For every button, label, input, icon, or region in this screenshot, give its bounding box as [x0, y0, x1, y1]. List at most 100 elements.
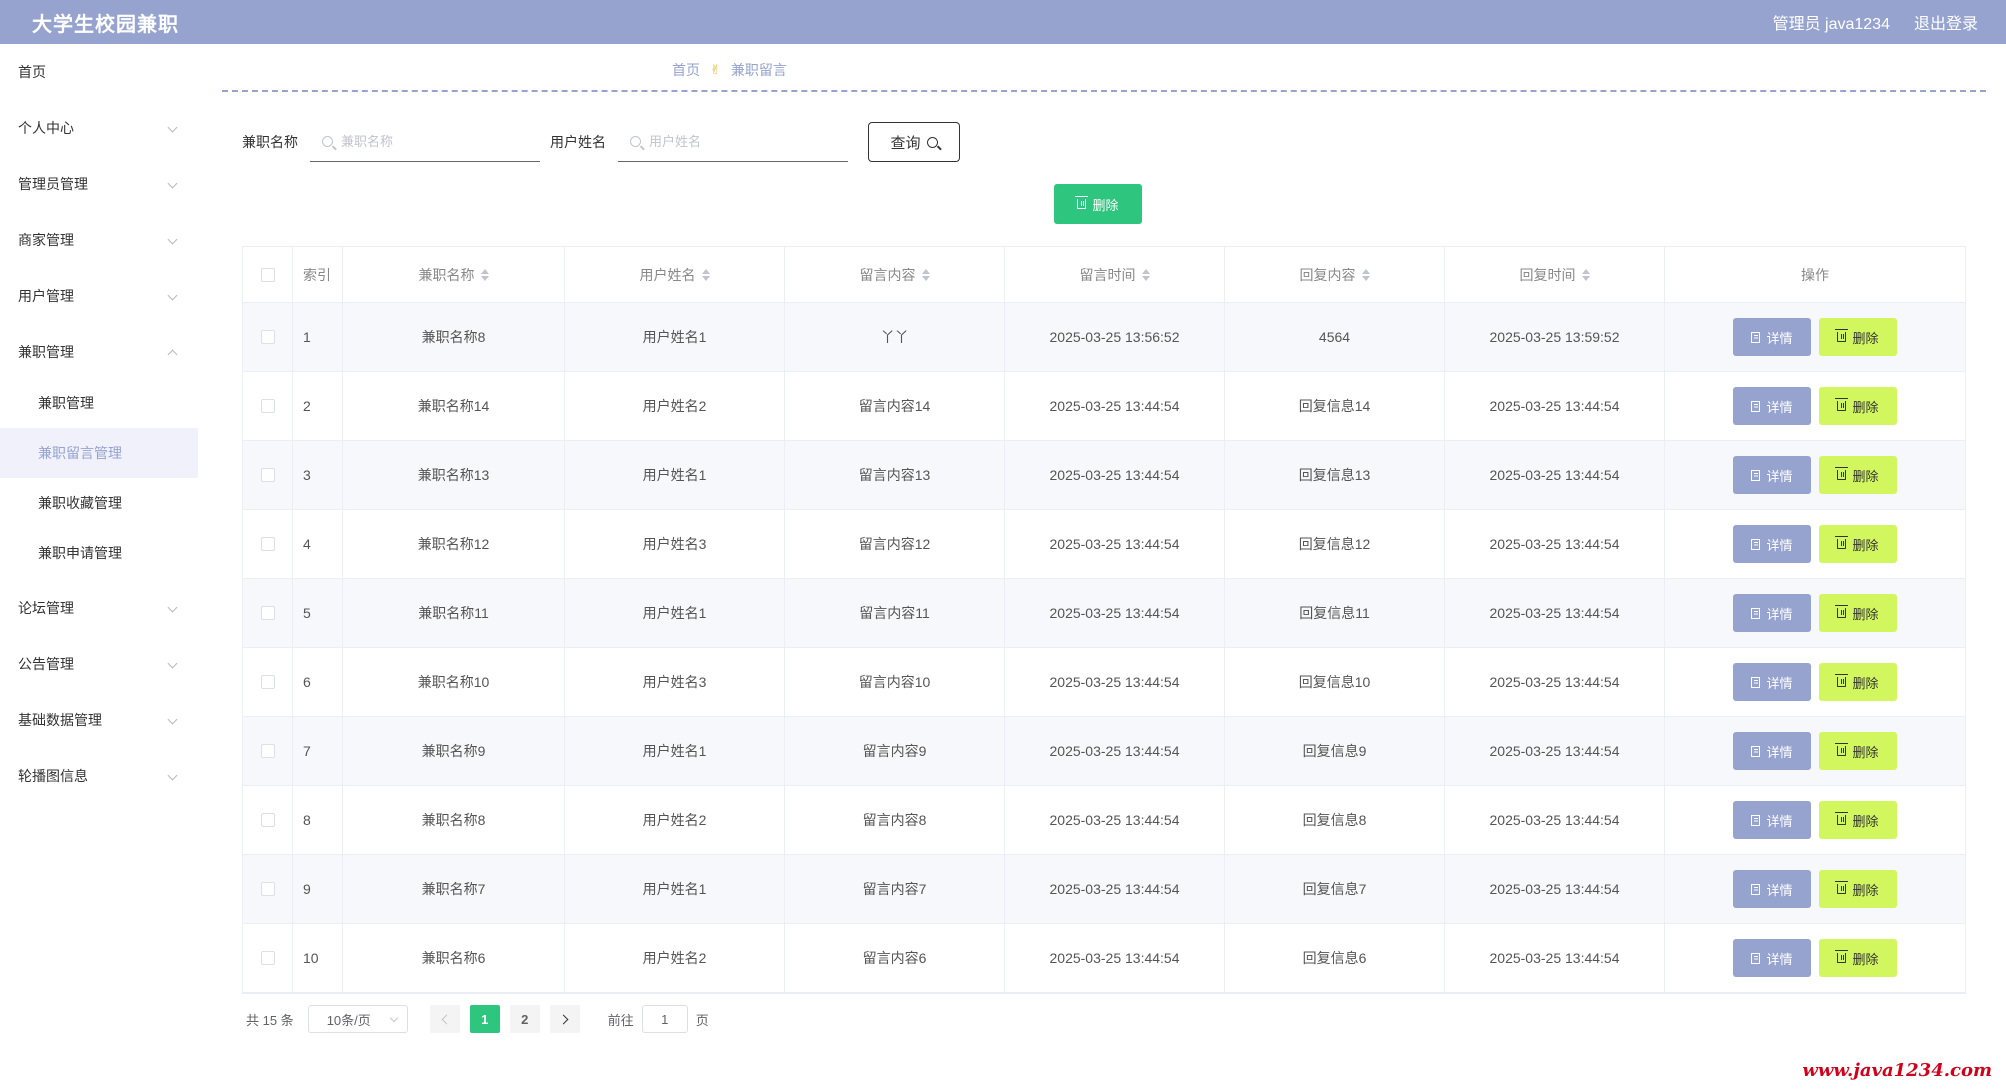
- delete-label: 删除: [1852, 468, 1879, 484]
- delete-button[interactable]: 删除: [1819, 663, 1897, 701]
- row-select-cell: [243, 648, 293, 716]
- cell-message-time: 2025-03-25 13:44:54: [1005, 372, 1225, 440]
- cell-reply: 回复信息10: [1225, 648, 1445, 716]
- delete-button[interactable]: 删除: [1819, 525, 1897, 563]
- delete-button[interactable]: 删除: [1819, 870, 1897, 908]
- detail-button[interactable]: 详情: [1733, 870, 1811, 908]
- header-message[interactable]: 留言内容: [785, 247, 1005, 302]
- cell-reply-time: 2025-03-25 13:44:54: [1445, 924, 1665, 992]
- user-name-input[interactable]: [649, 134, 839, 149]
- submenu-item-job-favorites[interactable]: 兼职收藏管理: [0, 478, 198, 528]
- select-all-checkbox[interactable]: [260, 267, 275, 282]
- cell-user-name: 用户姓名1: [565, 855, 785, 923]
- document-icon: [1751, 607, 1761, 619]
- row-checkbox[interactable]: [260, 606, 275, 620]
- delete-button[interactable]: 删除: [1819, 732, 1897, 770]
- app-title: 大学生校园兼职: [32, 13, 179, 36]
- delete-button[interactable]: 删除: [1819, 387, 1897, 425]
- breadcrumb-home[interactable]: 首页: [672, 60, 700, 80]
- header-message-time[interactable]: 留言时间: [1005, 247, 1225, 302]
- cell-reply: 回复信息11: [1225, 579, 1445, 647]
- document-icon: [1751, 814, 1761, 826]
- job-name-input[interactable]: [341, 134, 531, 149]
- sort-icon[interactable]: [1141, 268, 1150, 281]
- sidebar-item-merchants[interactable]: 商家管理: [0, 212, 198, 268]
- page-button-2[interactable]: 2: [509, 1005, 540, 1033]
- table-row: 1 兼职名称8 用户姓名1 丫丫 2025-03-25 13:56:52 4564 2025…: [243, 303, 1965, 372]
- detail-label: 详情: [1766, 468, 1793, 484]
- delete-button[interactable]: 删除: [1819, 456, 1897, 494]
- detail-button[interactable]: 详情: [1733, 594, 1811, 632]
- row-checkbox[interactable]: [260, 744, 275, 758]
- prev-page-button[interactable]: [429, 1005, 460, 1033]
- detail-button[interactable]: 详情: [1733, 387, 1811, 425]
- row-select-cell: [243, 924, 293, 992]
- next-page-button[interactable]: [549, 1005, 580, 1033]
- row-checkbox[interactable]: [260, 882, 275, 896]
- sidebar-item-notices[interactable]: 公告管理: [0, 636, 198, 692]
- cell-message-time: 2025-03-25 13:44:54: [1005, 924, 1225, 992]
- query-button[interactable]: 查询: [868, 122, 960, 162]
- trash-icon: [1835, 329, 1849, 342]
- submenu-item-job-messages[interactable]: 兼职留言管理: [0, 428, 198, 478]
- detail-button[interactable]: 详情: [1733, 663, 1811, 701]
- delete-label: 删除: [1852, 675, 1879, 691]
- row-checkbox[interactable]: [260, 399, 275, 413]
- row-checkbox[interactable]: [260, 330, 275, 344]
- sort-icon[interactable]: [701, 268, 710, 281]
- chevron-up-icon: [167, 349, 178, 360]
- row-checkbox[interactable]: [260, 813, 275, 827]
- sort-icon[interactable]: [921, 268, 930, 281]
- pagination: 共 15 条 10条/页 1 2 前往 页: [246, 1004, 709, 1034]
- cell-operations: 详情 删除: [1665, 924, 1965, 992]
- detail-button[interactable]: 详情: [1733, 801, 1811, 839]
- sort-icon[interactable]: [1581, 268, 1590, 281]
- bulk-delete-button[interactable]: 删除: [1054, 184, 1142, 224]
- row-checkbox[interactable]: [260, 468, 275, 482]
- sidebar-item-carousel[interactable]: 轮播图信息: [0, 748, 198, 804]
- goto-page-input[interactable]: [641, 1005, 688, 1033]
- cell-operations: 详情 删除: [1665, 510, 1965, 578]
- header-index: 索引: [293, 247, 343, 302]
- detail-button[interactable]: 详情: [1733, 939, 1811, 977]
- delete-button[interactable]: 删除: [1819, 594, 1897, 632]
- sidebar-item-profile[interactable]: 个人中心: [0, 100, 198, 156]
- row-checkbox[interactable]: [260, 537, 275, 551]
- header-user-name[interactable]: 用户姓名: [565, 247, 785, 302]
- submenu-item-job-applications[interactable]: 兼职申请管理: [0, 528, 198, 578]
- detail-button[interactable]: 详情: [1733, 525, 1811, 563]
- document-icon: [1751, 883, 1761, 895]
- cell-job-name: 兼职名称9: [343, 717, 565, 785]
- table-row: 7 兼职名称9 用户姓名1 留言内容9 2025-03-25 13:44:54 回复信息9…: [243, 717, 1965, 786]
- sidebar-item-home[interactable]: 首页: [0, 44, 198, 100]
- row-checkbox[interactable]: [260, 951, 275, 965]
- cell-operations: 详情 删除: [1665, 441, 1965, 509]
- delete-button[interactable]: 删除: [1819, 939, 1897, 977]
- logout-link[interactable]: 退出登录: [1914, 10, 1978, 34]
- sidebar-item-base-data[interactable]: 基础数据管理: [0, 692, 198, 748]
- delete-button[interactable]: 删除: [1819, 318, 1897, 356]
- sort-icon[interactable]: [480, 268, 489, 281]
- sidebar-item-label: 轮播图信息: [18, 768, 88, 784]
- header-reply[interactable]: 回复内容: [1225, 247, 1445, 302]
- sort-icon[interactable]: [1361, 268, 1370, 281]
- sidebar-item-jobs[interactable]: 兼职管理: [0, 324, 198, 380]
- detail-button[interactable]: 详情: [1733, 732, 1811, 770]
- delete-button[interactable]: 删除: [1819, 801, 1897, 839]
- cell-message-time: 2025-03-25 13:56:52: [1005, 303, 1225, 371]
- chevron-down-icon: [167, 770, 178, 781]
- table-row: 9 兼职名称7 用户姓名1 留言内容7 2025-03-25 13:44:54 回复信息7…: [243, 855, 1965, 924]
- sidebar-item-forum[interactable]: 论坛管理: [0, 580, 198, 636]
- page-button-1[interactable]: 1: [469, 1005, 500, 1033]
- submenu-item-jobs[interactable]: 兼职管理: [0, 378, 198, 428]
- header-reply-time[interactable]: 回复时间: [1445, 247, 1665, 302]
- cell-reply-time: 2025-03-25 13:44:54: [1445, 579, 1665, 647]
- row-checkbox[interactable]: [260, 675, 275, 689]
- sidebar-item-admins[interactable]: 管理员管理: [0, 156, 198, 212]
- detail-button[interactable]: 详情: [1733, 456, 1811, 494]
- page-size-select[interactable]: 10条/页: [307, 1005, 408, 1033]
- sidebar-item-users[interactable]: 用户管理: [0, 268, 198, 324]
- header-job-name[interactable]: 兼职名称: [343, 247, 565, 302]
- detail-button[interactable]: 详情: [1733, 318, 1811, 356]
- header-label: 回复内容: [1299, 266, 1356, 283]
